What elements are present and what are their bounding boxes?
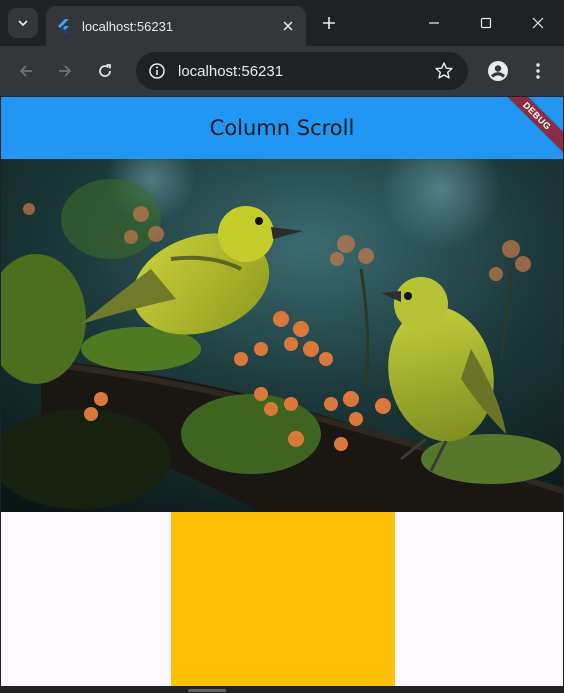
minimize-button[interactable] (408, 0, 460, 46)
profile-button[interactable] (483, 56, 513, 86)
window-bottom-edge (0, 686, 564, 693)
star-icon[interactable] (434, 61, 454, 81)
page-viewport[interactable]: Column Scroll DEBUG (1, 97, 563, 686)
window-close-button[interactable] (512, 0, 564, 46)
flutter-logo-icon (58, 19, 69, 33)
forward-button[interactable] (50, 56, 80, 86)
app-bar-title: Column Scroll (209, 116, 355, 140)
reload-button[interactable] (90, 56, 120, 86)
profile-icon (488, 61, 508, 81)
back-button[interactable] (11, 56, 41, 86)
arrow-right-icon (59, 65, 72, 77)
app-bar: Column Scroll (1, 97, 563, 159)
close-icon (532, 17, 544, 29)
yellow-container (171, 512, 395, 686)
horizontal-scrollbar[interactable] (188, 689, 226, 692)
chevron-down-icon (18, 20, 28, 27)
birds-image (1, 159, 563, 512)
tab-close-button[interactable] (278, 16, 298, 36)
tab-strip: localhost:56231 (0, 0, 564, 46)
maximize-button[interactable] (460, 0, 512, 46)
minimize-icon (429, 22, 439, 24)
arrow-left-icon (19, 65, 32, 77)
close-icon (283, 21, 293, 31)
tab-title: localhost:56231 (82, 18, 174, 34)
url-text[interactable]: localhost:56231 (178, 63, 434, 80)
tab-search-button[interactable] (8, 8, 38, 38)
browser-tab[interactable]: localhost:56231 (46, 6, 306, 46)
new-tab-button[interactable] (316, 10, 342, 36)
maximize-icon (480, 17, 492, 29)
plus-icon (323, 17, 335, 29)
reload-icon (99, 64, 111, 77)
info-icon[interactable] (148, 62, 166, 80)
more-vert-icon (536, 63, 540, 79)
browser-toolbar: localhost:56231 (0, 46, 564, 96)
browser-menu-button[interactable] (523, 56, 553, 86)
address-bar[interactable]: localhost:56231 (136, 52, 468, 90)
